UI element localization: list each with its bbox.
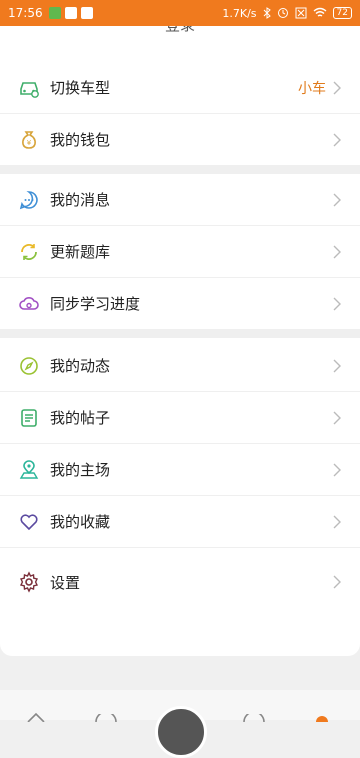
update-bank-label: 更新题库 xyxy=(50,243,111,261)
settings-item[interactable]: 设置 xyxy=(0,556,360,608)
current-model-value: 小车 xyxy=(298,80,326,97)
nav-me-icon[interactable] xyxy=(312,714,332,722)
menu-card: 登录 切换车型 小车 ¥ 我的钱包 我的消息 更新题库 同步学习进度 xyxy=(0,26,360,656)
section-divider xyxy=(0,330,360,338)
message-icon xyxy=(18,189,40,211)
settings-label: 设置 xyxy=(50,573,81,592)
posts-item[interactable]: 我的帖子 xyxy=(0,392,360,444)
wallet-label: 我的钱包 xyxy=(50,131,111,149)
nav-circle-icon[interactable] xyxy=(95,714,117,722)
app-notification-icon xyxy=(48,7,61,19)
refresh-icon xyxy=(18,241,40,263)
switch-model-label: 切换车型 xyxy=(50,79,111,97)
chevron-right-icon xyxy=(333,575,341,589)
map-pin-icon xyxy=(18,459,40,481)
compass-icon xyxy=(18,355,40,377)
nav-home-icon[interactable] xyxy=(26,712,46,722)
no-sim-icon xyxy=(295,7,307,19)
messages-label: 我的消息 xyxy=(50,191,111,209)
nav-center-button[interactable] xyxy=(155,706,207,758)
network-speed: 1.7K/s xyxy=(222,6,257,20)
status-time: 17:56 xyxy=(8,6,43,20)
wallet-icon: ¥ xyxy=(18,129,40,151)
login-label[interactable]: 登录 xyxy=(0,26,360,35)
app-notification-icon xyxy=(64,7,77,19)
chevron-right-icon xyxy=(333,463,341,476)
chevron-right-icon xyxy=(333,81,341,94)
home-field-label: 我的主场 xyxy=(50,461,111,479)
chevron-right-icon xyxy=(333,411,341,424)
chevron-right-icon xyxy=(333,133,341,146)
chevron-right-icon xyxy=(333,359,341,372)
activity-item[interactable]: 我的动态 xyxy=(0,340,360,392)
chevron-right-icon xyxy=(333,297,341,310)
home-field-item[interactable]: 我的主场 xyxy=(0,444,360,496)
app-notification-icon xyxy=(80,7,93,19)
posts-label: 我的帖子 xyxy=(50,409,111,427)
chevron-right-icon xyxy=(333,515,341,528)
car-icon xyxy=(18,77,40,99)
favorites-item[interactable]: 我的收藏 xyxy=(0,496,360,548)
messages-item[interactable]: 我的消息 xyxy=(0,174,360,226)
cloud-sync-icon xyxy=(18,293,40,315)
sync-progress-item[interactable]: 同步学习进度 xyxy=(0,278,360,330)
sync-progress-label: 同步学习进度 xyxy=(50,295,141,313)
update-bank-item[interactable]: 更新题库 xyxy=(0,226,360,278)
status-bar: 17:56 1.7K/s 72 xyxy=(0,0,360,26)
gear-icon xyxy=(18,571,40,593)
nav-profile-icon[interactable] xyxy=(243,714,265,722)
chevron-right-icon xyxy=(333,193,341,206)
document-icon xyxy=(18,407,40,429)
favorites-label: 我的收藏 xyxy=(50,513,111,531)
section-divider xyxy=(0,166,360,174)
battery-indicator: 72 xyxy=(332,7,352,19)
heart-icon xyxy=(18,511,40,533)
chevron-right-icon xyxy=(333,245,341,258)
wallet-item[interactable]: ¥ 我的钱包 xyxy=(0,114,360,166)
svg-text:¥: ¥ xyxy=(27,139,32,147)
status-right: 1.7K/s 72 xyxy=(222,7,352,20)
wifi-icon xyxy=(313,7,326,17)
activity-label: 我的动态 xyxy=(50,357,111,375)
switch-model-item[interactable]: 切换车型 小车 xyxy=(0,62,360,114)
bluetooth-icon xyxy=(263,7,271,19)
alarm-icon xyxy=(277,8,288,18)
